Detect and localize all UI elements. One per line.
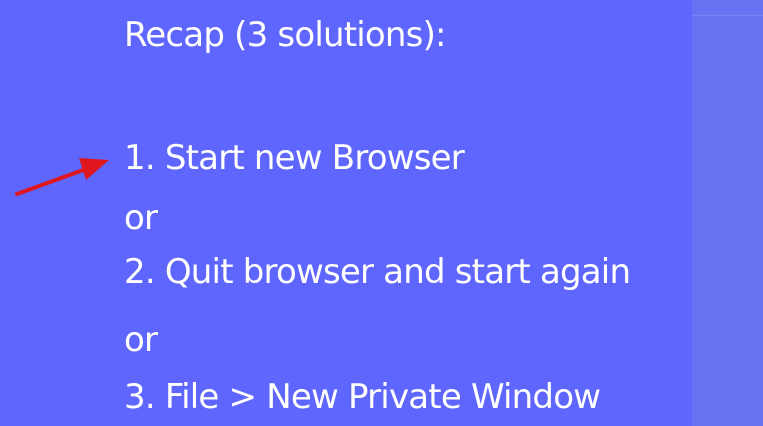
solution-2-text: 2. Quit browser and start again: [124, 252, 631, 292]
solution-3-text: 3. File > New Private Window: [124, 377, 601, 417]
side-panel-divider: [692, 15, 763, 16]
or-separator-2: or: [124, 320, 158, 360]
red-arrow-icon: [15, 158, 109, 196]
right-side-panel: [692, 0, 763, 426]
solution-1-text: 1. Start new Browser: [124, 138, 465, 178]
slide-panel: Recap (3 solutions): 1. Start new Browse…: [0, 0, 692, 426]
slide-title: Recap (3 solutions):: [124, 15, 447, 55]
